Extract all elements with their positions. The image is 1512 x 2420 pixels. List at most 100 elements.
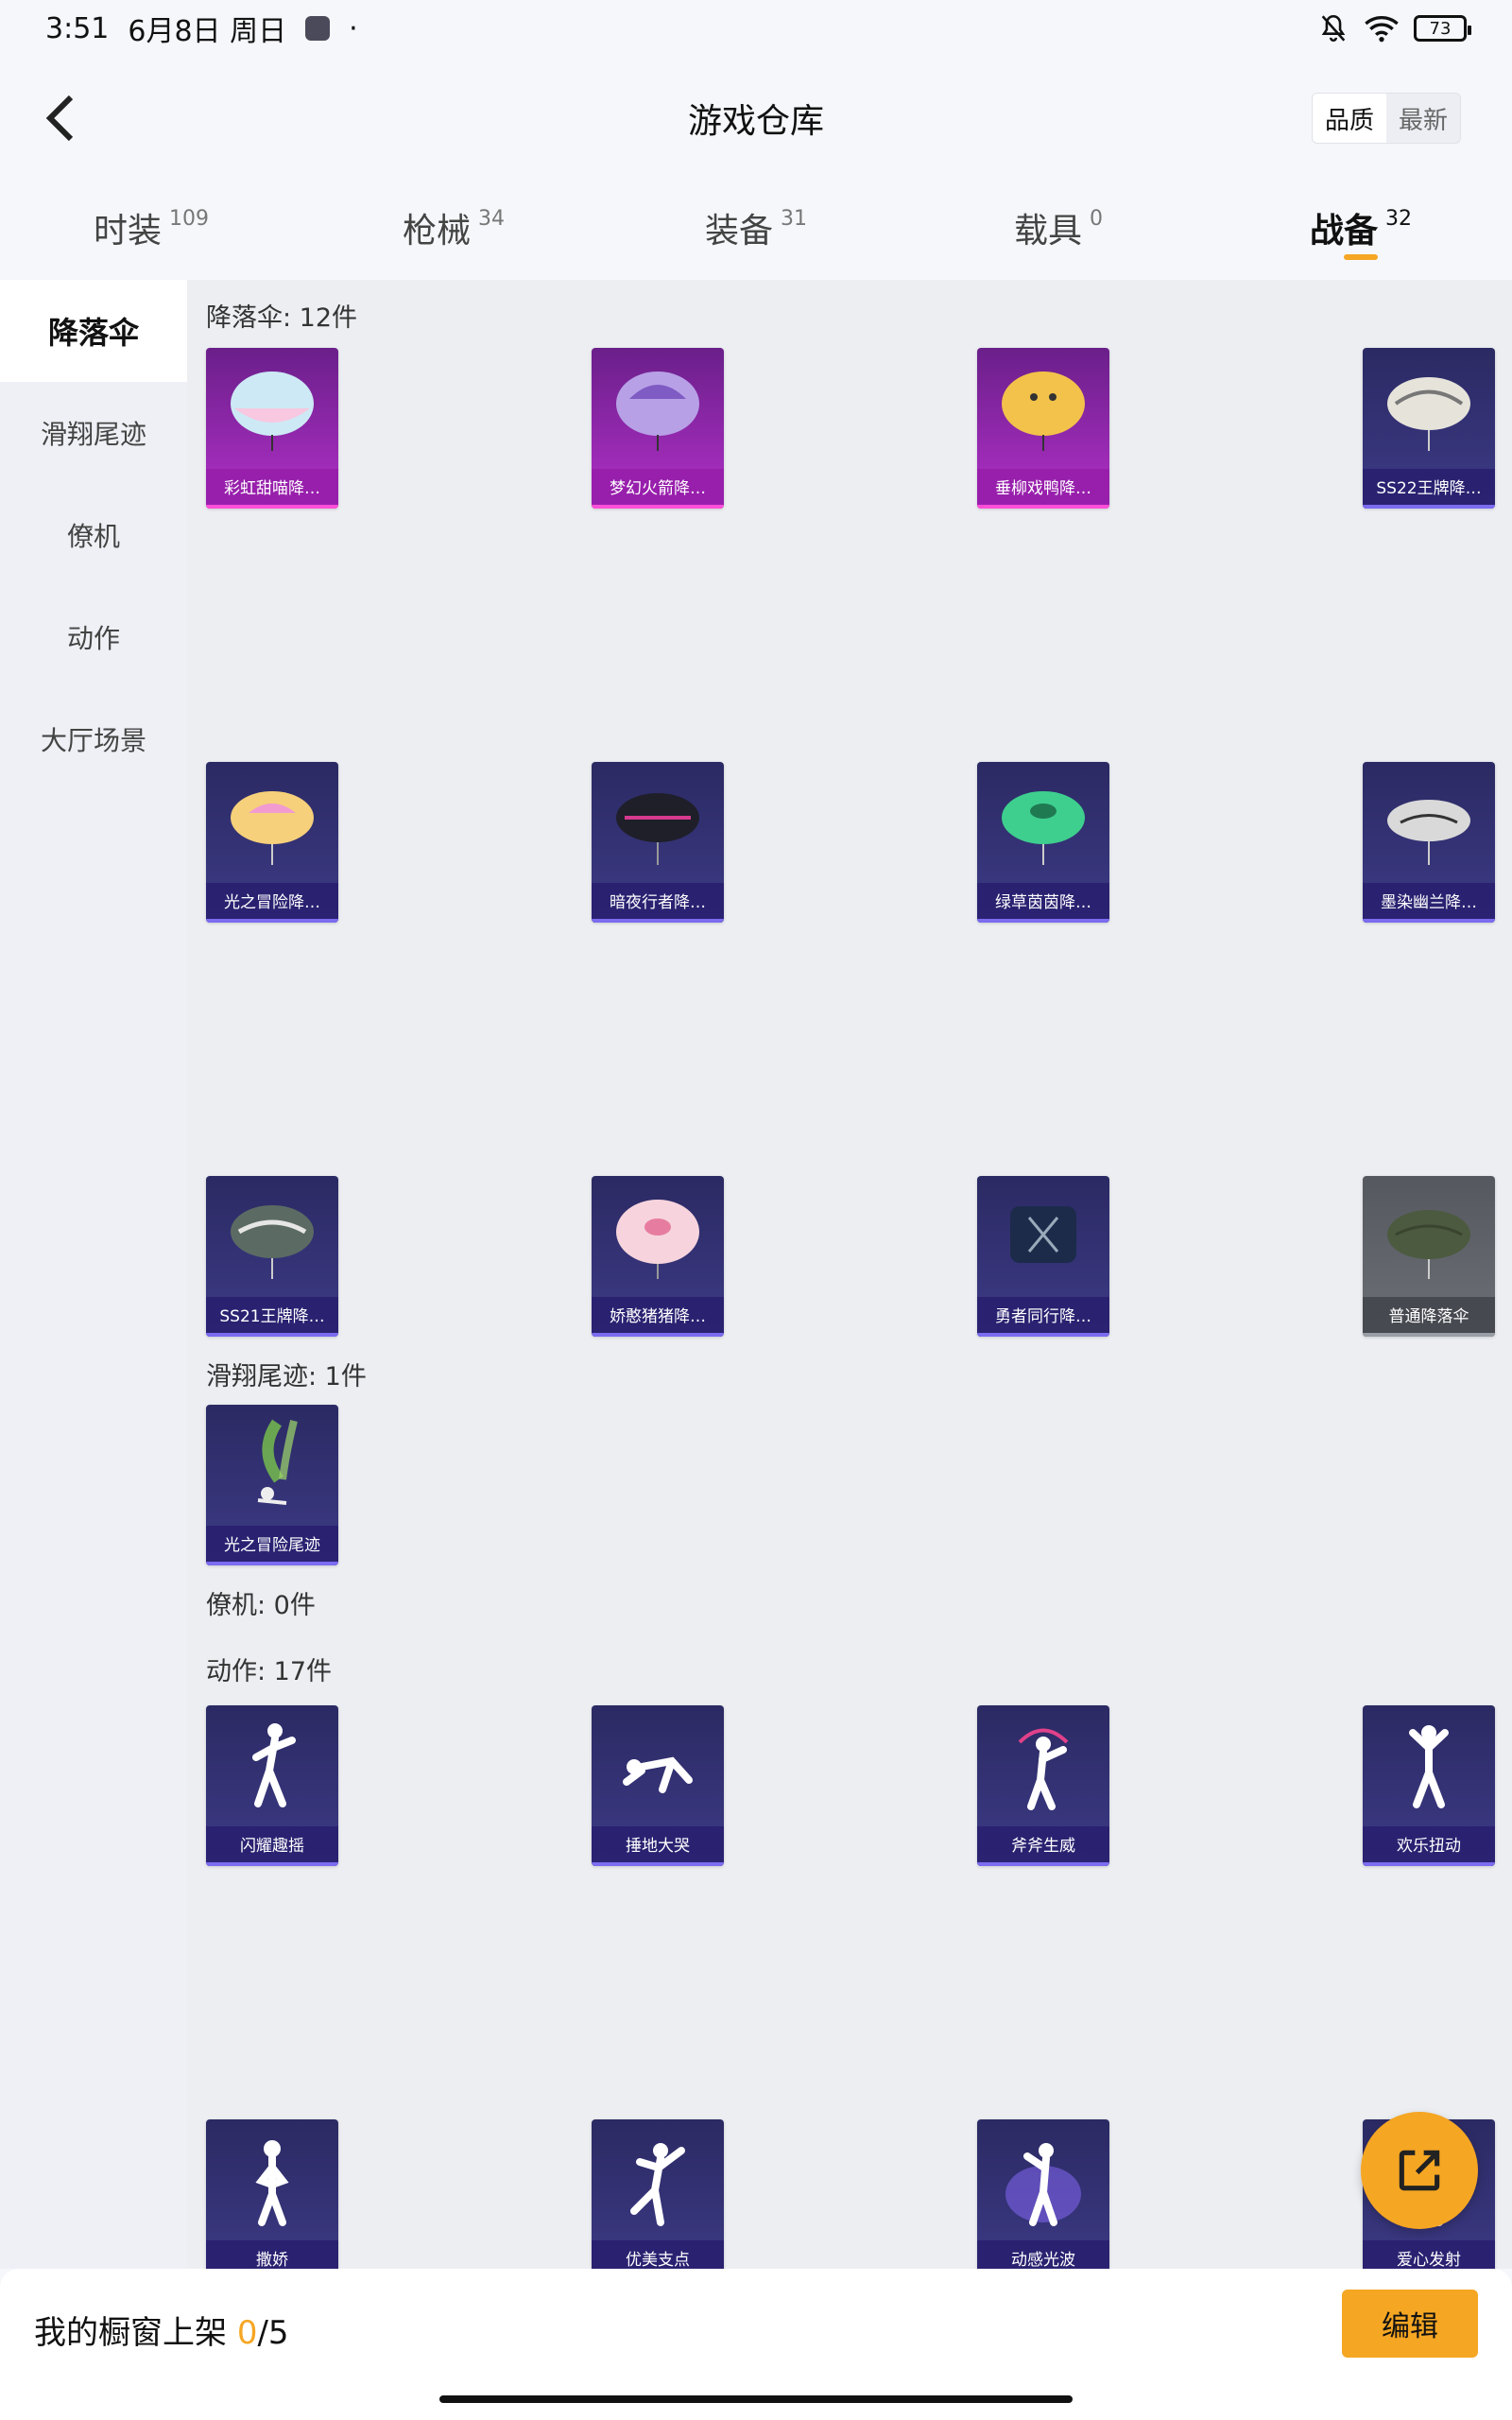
sort-option-newest[interactable]: 最新 [1386,94,1460,143]
sidebar-item-lobby-scene[interactable]: 大厅场景 [0,688,187,790]
item-name: 爱心发射 [1363,2240,1495,2269]
item-name: 彩虹甜喵降… [206,469,338,509]
item-card[interactable]: 彩虹甜喵降… [206,348,338,509]
sidebar-item-wingman[interactable]: 僚机 [0,484,187,586]
section-title-emote: 动作: 17件 [206,1657,333,1686]
item-name: 勇者同行降… [977,1297,1109,1337]
parachute-icon [206,348,338,469]
item-name: 娇憨猪猪降… [592,1297,724,1337]
item-name: 欢乐扭动 [1363,1826,1495,1866]
item-name: 垂柳戏鸭降… [977,469,1109,509]
item-card[interactable]: 撒娇 [206,2119,338,2269]
parachute-icon [592,1176,724,1297]
item-card[interactable]: 欢乐扭动 [1363,1705,1495,1866]
tab-fashion[interactable]: 时装 109 [0,184,302,279]
chevron-left-icon [45,95,74,142]
parachute-icon [977,762,1109,883]
tab-label: 战备 [1309,212,1378,251]
item-name: 暗夜行者降… [592,883,724,923]
tab-vehicles[interactable]: 载具 0 [907,184,1210,279]
item-card[interactable]: 垂柳戏鸭降… [977,348,1109,509]
item-card[interactable]: 光之冒险降… [206,762,338,923]
item-name: SS21王牌降… [206,1297,338,1337]
sidebar: 降落伞 滑翔尾迹 僚机 动作 大厅场景 [0,280,187,2269]
tab-weapons[interactable]: 枪械 34 [302,184,605,279]
battery-icon: 73 [1414,15,1471,42]
parachute-icon [206,1176,338,1297]
sidebar-item-emote[interactable]: 动作 [0,586,187,688]
tab-count: 34 [478,207,505,231]
parachute-icon [592,762,724,883]
glide-trail-icon [206,1405,338,1526]
tab-count: 31 [781,207,807,231]
tab-battle-gear[interactable]: 战备 32 [1210,184,1512,279]
sort-toggle: 品质 最新 [1312,93,1461,144]
item-name: 梦幻火箭降… [592,469,724,509]
item-name: 动感光波 [977,2240,1109,2269]
item-card[interactable]: 光之冒险尾迹 [206,1405,338,1565]
emote-figure-icon [977,1705,1109,1826]
share-icon [1399,2150,1440,2191]
tab-label: 枪械 [402,212,471,251]
item-card[interactable]: 优美支点 [592,2119,724,2269]
page-header: 游戏仓库 品质 最新 [0,76,1512,161]
page-title: 游戏仓库 [687,102,824,141]
wifi-icon [1365,16,1399,43]
section-title-wingman: 僚机: 0件 [206,1591,316,1620]
share-button[interactable] [1361,2112,1478,2229]
parachute-icon [206,762,338,883]
tab-count: 32 [1385,207,1412,231]
home-indicator[interactable] [439,2395,1073,2403]
tab-label: 时装 [93,212,162,251]
status-date: 6月8日 周日 [128,15,287,48]
status-bar: 3:51 6月8日 周日 · 73 [0,0,1512,57]
item-name: 撒娇 [206,2240,338,2269]
mute-bell-icon [1321,14,1346,42]
showcase-current-count: 0 [236,2314,258,2352]
item-card[interactable]: 捶地大哭 [592,1705,724,1866]
battery-level: 73 [1429,18,1452,39]
item-name: 优美支点 [592,2240,724,2269]
emote-figure-icon [206,2119,338,2240]
back-button[interactable] [38,95,85,142]
item-card[interactable]: 斧斧生威 [977,1705,1109,1866]
item-card[interactable]: 墨染幽兰降… [1363,762,1495,923]
item-card[interactable]: 闪耀趣摇 [206,1705,338,1866]
item-card[interactable]: 娇憨猪猪降… [592,1176,724,1337]
emote-figure-icon [1363,1705,1495,1826]
item-name: 斧斧生威 [977,1826,1109,1866]
tab-count: 109 [169,207,209,231]
tab-count: 0 [1090,207,1103,231]
emote-figure-icon [977,2119,1109,2240]
section-title-parachute: 降落伞: 12件 [206,303,358,333]
item-name: 光之冒险尾迹 [206,1526,338,1565]
item-card[interactable]: 梦幻火箭降… [592,348,724,509]
showcase-status: 我的橱窗上架 0/5 [34,2307,289,2353]
item-card[interactable]: SS21王牌降… [206,1176,338,1337]
parachute-icon [1363,348,1495,469]
emote-figure-icon [592,1705,724,1826]
item-name: 墨染幽兰降… [1363,883,1495,923]
item-card[interactable]: 普通降落伞 [1363,1176,1495,1337]
emote-figure-icon [206,1705,338,1826]
item-card[interactable]: 勇者同行降… [977,1176,1109,1337]
item-name: 普通降落伞 [1363,1297,1495,1337]
item-card[interactable]: 动感光波 [977,2119,1109,2269]
tab-equipment[interactable]: 装备 31 [605,184,907,279]
item-name: 闪耀趣摇 [206,1826,338,1866]
sort-option-quality[interactable]: 品质 [1313,94,1386,143]
sidebar-item-parachute[interactable]: 降落伞 [0,280,187,382]
item-name: SS22王牌降… [1363,469,1495,509]
showcase-label: 我的橱窗上架 [34,2314,237,2352]
item-grid: 降落伞: 12件 彩虹甜喵降… 梦幻火箭降… 垂柳戏鸭降… SS22王牌降… 光… [187,280,1512,2269]
status-time: 3:51 [45,11,110,45]
tab-label: 载具 [1013,212,1082,251]
parachute-icon [977,348,1109,469]
item-card[interactable]: 暗夜行者降… [592,762,724,923]
sidebar-item-glide-trail[interactable]: 滑翔尾迹 [0,382,187,484]
showcase-total-count: /5 [257,2314,289,2352]
notification-dot-icon: · [349,11,358,45]
item-card[interactable]: SS22王牌降… [1363,348,1495,509]
edit-button[interactable]: 编辑 [1342,2290,1478,2358]
item-card[interactable]: 绿草茵茵降… [977,762,1109,923]
